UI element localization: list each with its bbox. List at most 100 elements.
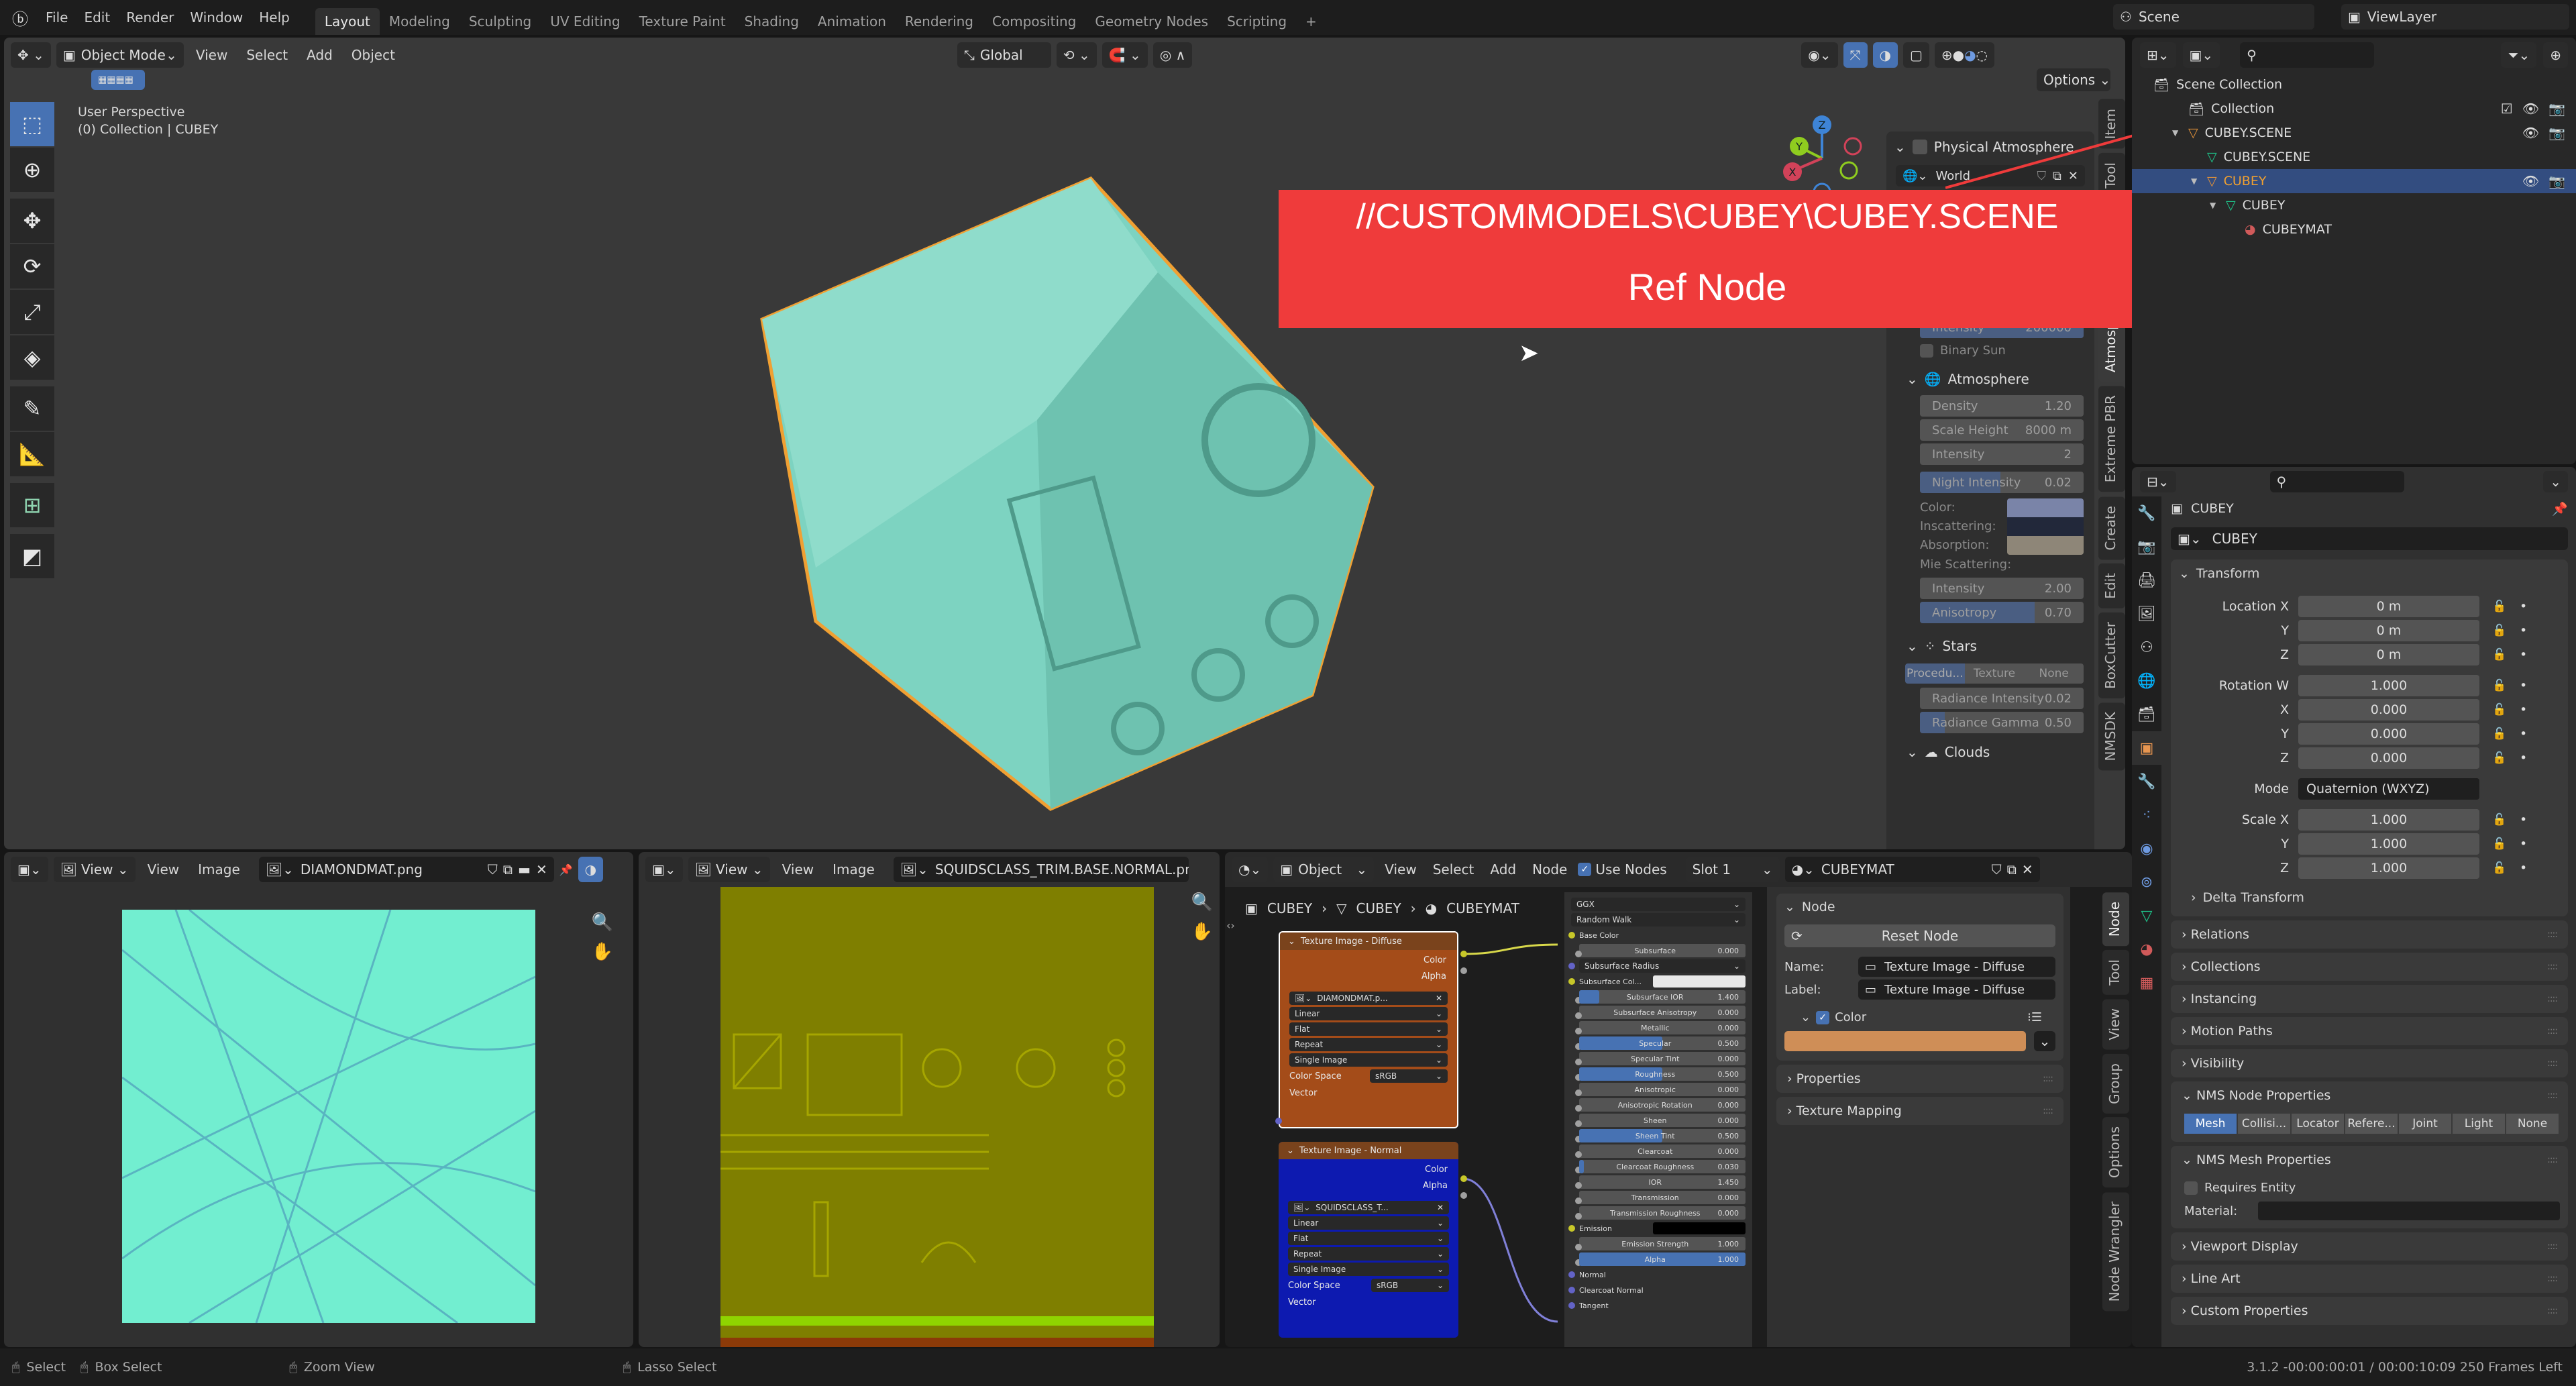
input-socket[interactable] [1575, 1182, 1582, 1189]
collection-properties-tab[interactable]: 🗃 [2132, 698, 2161, 731]
tab-nmsdk[interactable]: NMSDK [2098, 702, 2125, 771]
bsdf-input-row[interactable]: Subsurface Anisotropy 0.000 [1575, 1006, 1746, 1019]
stars-header[interactable]: ⌄ ⁘ Stars [1886, 633, 2094, 659]
wireframe-shading-icon[interactable]: ⊕ [1941, 47, 1953, 63]
modifier-properties-tab[interactable]: 🔧 [2132, 765, 2161, 798]
cursor-tool[interactable]: ⊕ [10, 148, 54, 192]
add-cube-tool[interactable]: ⊞ [10, 483, 54, 527]
bsdf-input-row[interactable]: IOR 1.450 [1575, 1175, 1746, 1189]
object-properties-tab[interactable]: ▣ [2132, 731, 2161, 765]
add-workspace-button[interactable]: + [1296, 8, 1326, 35]
input-socket[interactable] [1575, 1120, 1582, 1127]
collapsed-panel-header[interactable]: › Relations:::: [2171, 920, 2568, 949]
solid-shading-icon[interactable]: ● [1953, 47, 1964, 63]
tab-node-wrangler[interactable]: Node Wrangler [2102, 1191, 2129, 1311]
move-tool[interactable]: ✥ [10, 199, 54, 243]
input-socket[interactable] [1575, 1012, 1582, 1019]
bsdf-input-row[interactable]: Transmission 0.000 [1575, 1191, 1746, 1204]
drag-handle-icon[interactable]: :::: [2547, 961, 2558, 972]
lock-icon[interactable]: 🔓 [2479, 751, 2520, 765]
overlay-toggle[interactable]: ◑ [578, 857, 604, 882]
node-color-swatch[interactable] [1784, 1031, 2026, 1051]
fake-user-icon[interactable]: ⛉ [488, 861, 498, 877]
keyframe-dot-icon[interactable]: • [2520, 702, 2527, 717]
presets-icon[interactable]: ⁝☰ [2027, 1010, 2042, 1024]
scale-height-field[interactable]: Scale Height 8000 m [1920, 419, 2084, 441]
drag-handle-icon[interactable]: :::: [2547, 929, 2558, 940]
eye-icon[interactable]: 👁 [2522, 101, 2539, 117]
image-datablock[interactable]: 🖼⌄ DIAMONDMAT.p... ✕ [1289, 992, 1448, 1005]
shading-modes[interactable]: ⊕ ● ◕ ◌ [1934, 42, 1994, 68]
input-socket[interactable] [1568, 978, 1575, 985]
lock-icon[interactable]: 🔓 [2479, 600, 2520, 613]
bsdf-input-row[interactable]: Transmission Roughness 0.000 [1575, 1206, 1746, 1220]
pin-icon[interactable]: 📌 [559, 863, 573, 876]
nms-type-option[interactable]: Mesh [2184, 1114, 2237, 1134]
tab-node[interactable]: Node [2102, 892, 2129, 947]
bsdf-input-row[interactable]: Emission [1568, 1222, 1746, 1235]
measure-tool[interactable]: 📐 [10, 432, 54, 476]
socket-base-color[interactable] [1568, 932, 1575, 939]
principled-bsdf-node[interactable]: GGX ⌄ Random Walk ⌄ Base Color Subsurface 0… [1564, 892, 1752, 1347]
pivot-dropdown[interactable]: ⟲ ⌄ [1056, 42, 1097, 68]
tab-tool[interactable]: Tool [2102, 950, 2129, 996]
node-panel-header[interactable]: ⌄ Node [1776, 894, 2063, 920]
source-dropdown[interactable]: Single Image ⌄ [1289, 1053, 1448, 1067]
material-input[interactable] [2258, 1202, 2560, 1220]
mie-intensity-field[interactable]: Intensity 2.00 [1920, 578, 2084, 599]
disclosure-triangle-icon[interactable]: ▼ [2172, 128, 2184, 138]
nms-type-option[interactable]: Locator [2292, 1114, 2344, 1134]
bsdf-input-row[interactable]: Subsurface Col... [1568, 975, 1746, 988]
drag-handle-icon[interactable]: :::: [2547, 994, 2558, 1004]
slot-dropdown[interactable]: Slot 1 ⌄ [1685, 857, 1780, 882]
view-layer-properties-tab[interactable]: 🖼 [2132, 597, 2161, 631]
nms-mesh-properties-header[interactable]: ⌄ NMS Mesh Properties:::: [2171, 1146, 2568, 1174]
workspace-tab-modeling[interactable]: Modeling [380, 8, 460, 35]
material-properties-tab[interactable]: ◕ [2132, 932, 2161, 966]
socket-color-out[interactable] [1460, 1175, 1467, 1182]
interpolation-dropdown[interactable]: Linear ⌄ [1288, 1216, 1449, 1230]
input-socket[interactable] [1575, 1197, 1582, 1204]
properties-editor-type[interactable]: ⊟⌄ [2140, 471, 2176, 492]
input-socket[interactable] [1575, 1244, 1582, 1250]
data-properties-tab[interactable]: ▽ [2132, 899, 2161, 932]
input-socket[interactable] [1575, 1151, 1582, 1158]
eye-icon[interactable]: 👁 [2522, 173, 2539, 189]
annotate-tool[interactable]: ✎ [10, 386, 54, 431]
blender-logo-icon[interactable]: ⓑ [0, 6, 38, 30]
color-swatch[interactable] [1653, 1222, 1746, 1234]
editor-type-button[interactable]: ✥ ⌄ [11, 42, 51, 68]
properties-panel-header[interactable]: › Properties:::: [1776, 1065, 2063, 1093]
stars-none-option[interactable]: None [2024, 663, 2084, 684]
duplicate-icon[interactable]: ⧉ [503, 861, 513, 877]
tab-boxcutter[interactable]: BoxCutter [2098, 612, 2125, 698]
input-socket[interactable] [1568, 1271, 1575, 1278]
eye-icon[interactable]: 👁 [2522, 125, 2539, 141]
bsdf-input-row[interactable]: Subsurface Radius ⌄ [1568, 959, 1746, 973]
field-value[interactable]: 0.000 [2298, 747, 2479, 769]
collapsed-panel-header[interactable]: › Viewport Display:::: [2171, 1232, 2568, 1261]
material-selector[interactable]: ◕⌄ CUBEYMAT ⛉ ⧉ ✕ [1784, 857, 2040, 882]
drag-handle-icon[interactable]: :::: [2547, 1090, 2558, 1101]
outliner-item[interactable]: ▽ CUBEY.SCENE [2132, 145, 2576, 169]
bsdf-input-row[interactable]: Alpha 1.000 [1575, 1252, 1746, 1266]
workspace-tab-layout[interactable]: Layout [315, 8, 380, 35]
tab-edit[interactable]: Edit [2098, 564, 2125, 608]
rotate-tool[interactable]: ⟳ [10, 244, 54, 288]
view-mode-dropdown[interactable]: 🖼 View ⌄ [53, 857, 136, 882]
projection-dropdown[interactable]: Flat ⌄ [1289, 1022, 1448, 1036]
bsdf-input-row[interactable]: Subsurface IOR 1.400 [1575, 990, 1746, 1004]
image-menu-view[interactable]: View [141, 861, 186, 877]
inscattering-color-swatch[interactable] [2007, 517, 2084, 536]
bsdf-input-row[interactable]: Sheen 0.000 [1575, 1114, 1746, 1127]
atmosphere-intensity-field[interactable]: Intensity 2 [1920, 443, 2084, 465]
nms-type-option[interactable]: None [2506, 1114, 2559, 1134]
scene-selector[interactable]: ⚇ Scene [2113, 4, 2314, 30]
pan-hand-icon[interactable]: ✋ [592, 942, 613, 962]
output-properties-tab[interactable]: 🖨 [2132, 564, 2161, 597]
tool-properties-tab[interactable]: 🔧 [2132, 496, 2161, 530]
editor-type-button[interactable]: ▣⌄ [645, 857, 683, 882]
tab-create[interactable]: Create [2098, 496, 2125, 560]
socket-alpha-out[interactable] [1460, 967, 1467, 974]
atmosphere-color-swatch[interactable] [2007, 498, 2084, 517]
